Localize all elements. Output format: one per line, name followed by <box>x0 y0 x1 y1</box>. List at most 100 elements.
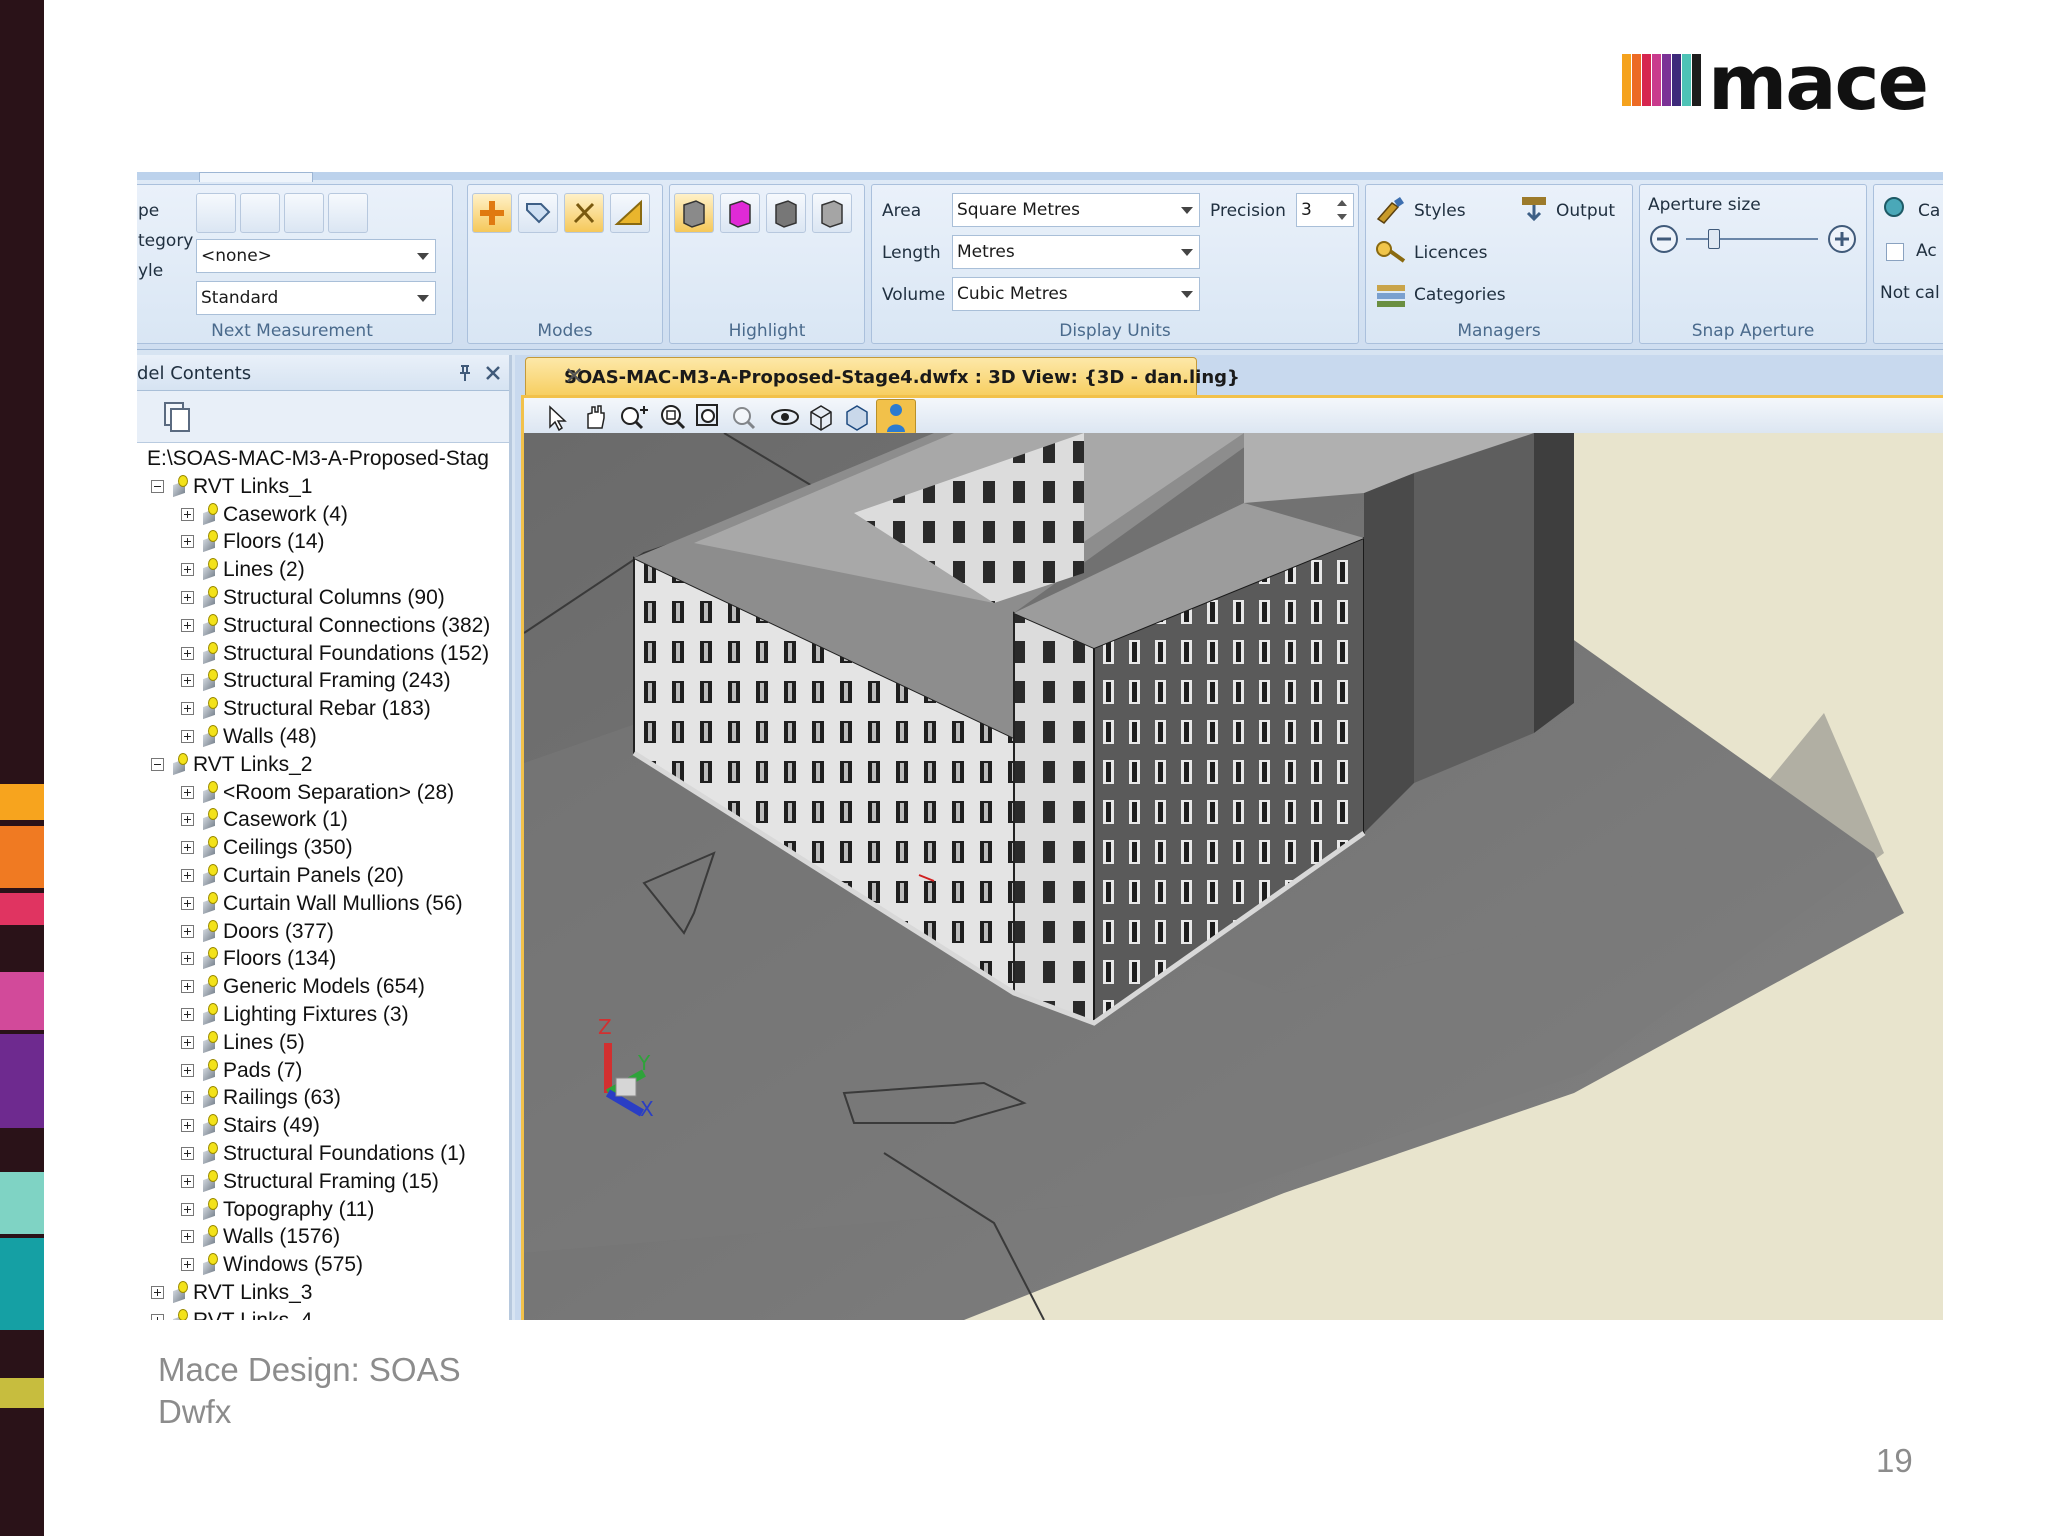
expand-icon[interactable] <box>181 535 194 549</box>
categories-button[interactable]: Categories <box>1374 277 1534 311</box>
document-tab[interactable]: SOAS-MAC-M3-A-Proposed-Stage4.dwfx : 3D … <box>525 357 1240 395</box>
expand-icon[interactable] <box>181 591 194 604</box>
highlight-button-2[interactable] <box>720 193 760 233</box>
visibility-bulb-icon[interactable] <box>201 697 221 720</box>
tree-item[interactable]: Casework (4) <box>137 501 509 529</box>
measure-type-button-4[interactable] <box>328 193 368 233</box>
expand-icon[interactable] <box>181 646 194 660</box>
visibility-bulb-icon[interactable] <box>201 1253 221 1276</box>
precision-stepper[interactable]: 3 <box>1296 193 1354 227</box>
expand-icon[interactable] <box>181 1008 194 1021</box>
expand-icon[interactable] <box>151 1313 164 1320</box>
expand-icon[interactable] <box>181 1230 194 1244</box>
copy-icon[interactable] <box>159 399 195 435</box>
tree-item[interactable]: Generic Models (654) <box>137 973 509 1001</box>
visibility-bulb-icon[interactable] <box>201 1003 221 1026</box>
collapse-icon[interactable] <box>151 479 164 493</box>
expand-icon[interactable] <box>181 1202 194 1216</box>
expand-icon[interactable] <box>181 869 194 882</box>
walk-button[interactable] <box>876 399 916 435</box>
visibility-bulb-icon[interactable] <box>201 725 221 748</box>
expand-icon[interactable] <box>181 952 194 966</box>
tree-item[interactable]: Walls (48) <box>137 723 509 751</box>
expand-icon[interactable] <box>181 702 194 716</box>
pick-mode-button[interactable] <box>564 193 604 233</box>
visibility-bulb-icon[interactable] <box>201 780 221 803</box>
expand-icon[interactable] <box>181 1119 194 1133</box>
tree-group[interactable]: RVT Links_1 <box>137 473 509 501</box>
tree-item[interactable]: Structural Connections (382) <box>137 612 509 640</box>
expand-icon[interactable] <box>151 1286 164 1299</box>
ribbon-tab-active[interactable] <box>199 172 313 182</box>
tree-item[interactable]: Lines (2) <box>137 556 509 584</box>
expand-icon[interactable] <box>181 1258 194 1272</box>
tree-item[interactable]: Stairs (49) <box>137 1112 509 1140</box>
visibility-bulb-icon[interactable] <box>201 1058 221 1081</box>
calibrate-button[interactable]: Ca <box>1880 191 1943 225</box>
expand-icon[interactable] <box>181 1063 194 1077</box>
tag-mode-button[interactable] <box>518 193 558 233</box>
tree-item[interactable]: Casework (1) <box>137 806 509 834</box>
visibility-bulb-icon[interactable] <box>201 864 221 887</box>
tree-item[interactable]: Floors (134) <box>137 945 509 973</box>
visibility-bulb-icon[interactable] <box>201 613 221 636</box>
visibility-bulb-icon[interactable] <box>171 1281 191 1304</box>
visibility-bulb-icon[interactable] <box>201 558 221 581</box>
zoom-extents-icon[interactable] <box>694 402 724 432</box>
visibility-bulb-icon[interactable] <box>201 641 221 664</box>
visibility-bulb-icon[interactable] <box>201 919 221 942</box>
visibility-bulb-icon[interactable] <box>201 669 221 692</box>
tree-item[interactable]: Railings (63) <box>137 1084 509 1112</box>
expand-icon[interactable] <box>181 980 194 994</box>
tree-item[interactable]: Windows (575) <box>137 1251 509 1279</box>
view-cube-icon[interactable] <box>806 402 836 432</box>
add-mode-button[interactable] <box>472 193 512 233</box>
tree-item[interactable]: Curtain Panels (20) <box>137 862 509 890</box>
highlight-button-1[interactable] <box>674 193 714 233</box>
visibility-bulb-icon[interactable] <box>201 1086 221 1109</box>
visibility-bulb-icon[interactable] <box>201 1197 221 1220</box>
highlight-button-4[interactable] <box>812 193 852 233</box>
tree-group[interactable]: RVT Links_2 <box>137 751 509 779</box>
tree-item[interactable]: Structural Framing (243) <box>137 667 509 695</box>
tree-item[interactable]: Floors (14) <box>137 528 509 556</box>
3d-viewport[interactable]: Z Y X <box>521 433 1943 1320</box>
tree-item[interactable]: <Room Separation> (28) <box>137 779 509 807</box>
licences-button[interactable]: Licences <box>1374 235 1514 269</box>
tree-item[interactable]: Structural Foundations (152) <box>137 640 509 668</box>
visibility-bulb-icon[interactable] <box>171 1308 191 1320</box>
expand-icon[interactable] <box>181 563 194 577</box>
expand-icon[interactable] <box>181 618 194 632</box>
output-button[interactable]: Output <box>1518 193 1630 227</box>
pan-icon[interactable] <box>580 402 610 432</box>
tree-item[interactable]: Walls (1576) <box>137 1223 509 1251</box>
checkbox[interactable] <box>1886 243 1904 261</box>
visibility-bulb-icon[interactable] <box>201 1169 221 1192</box>
pin-icon[interactable] <box>455 363 475 383</box>
visibility-bulb-icon[interactable] <box>201 891 221 914</box>
slider-thumb[interactable] <box>1708 229 1720 249</box>
measure-type-button-1[interactable] <box>196 193 236 233</box>
visibility-bulb-icon[interactable] <box>201 502 221 525</box>
close-tab-icon[interactable]: ✕ <box>564 362 1188 390</box>
expand-icon[interactable] <box>181 896 194 910</box>
collapse-icon[interactable] <box>151 757 164 771</box>
expand-icon[interactable] <box>181 785 194 799</box>
zoom-icon[interactable] <box>618 402 652 432</box>
visibility-bulb-icon[interactable] <box>201 808 221 831</box>
expand-icon[interactable] <box>181 507 194 521</box>
select-icon[interactable] <box>544 404 570 432</box>
orbit-icon[interactable] <box>768 402 802 432</box>
expand-icon[interactable] <box>181 1035 194 1049</box>
visibility-bulb-icon[interactable] <box>201 975 221 998</box>
visibility-bulb-icon[interactable] <box>171 752 191 775</box>
tree-group[interactable]: RVT Links_3 <box>137 1279 509 1307</box>
visibility-bulb-icon[interactable] <box>171 474 191 497</box>
tree-item[interactable]: Structural Foundations (1) <box>137 1140 509 1168</box>
expand-icon[interactable] <box>181 813 194 827</box>
tree-item[interactable]: Topography (11) <box>137 1196 509 1224</box>
tree-item[interactable]: Pads (7) <box>137 1057 509 1085</box>
area-units-select[interactable]: Square Metres <box>952 193 1200 227</box>
highlight-button-3[interactable] <box>766 193 806 233</box>
visibility-bulb-icon[interactable] <box>201 1030 221 1053</box>
